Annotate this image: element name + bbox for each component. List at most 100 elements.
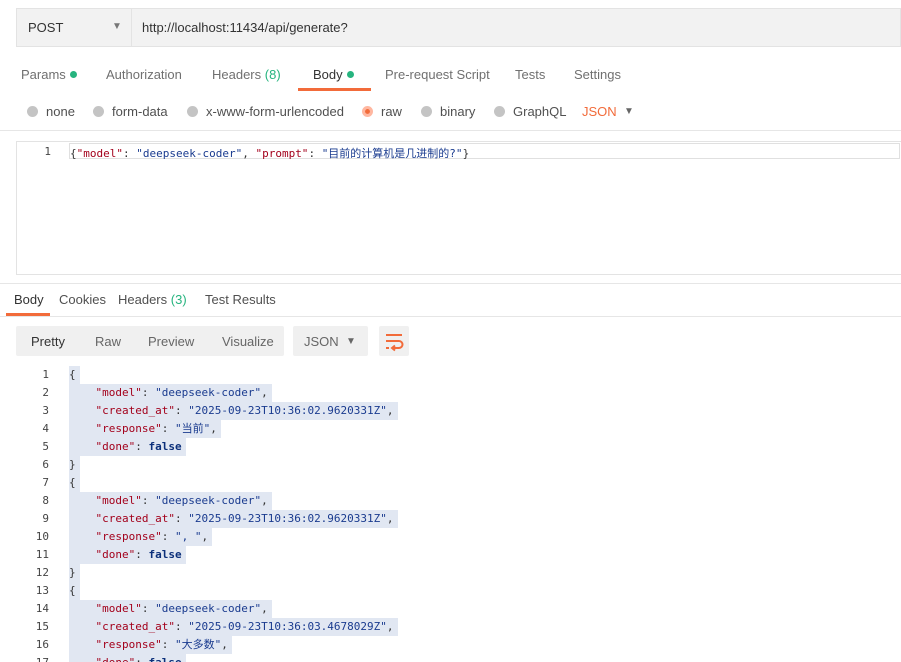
- code-text: "done": false: [69, 546, 186, 564]
- line-number: 13: [35, 584, 49, 597]
- json-key: "done": [95, 548, 136, 561]
- radio-none[interactable]: none: [27, 104, 75, 119]
- body-active-dot: [346, 71, 354, 78]
- view-raw-button[interactable]: Raw: [95, 334, 121, 349]
- tab-pre-request-script[interactable]: Pre-request Script: [385, 67, 490, 82]
- radio-urlencoded-circle: [187, 106, 198, 117]
- line-number: 10: [35, 530, 49, 543]
- tab-settings[interactable]: Settings: [574, 67, 621, 82]
- code-line: 16 "response": "大多数",: [0, 636, 901, 654]
- resp-tab-body[interactable]: Body: [14, 292, 44, 307]
- code-line: 5 "done": false: [0, 438, 901, 456]
- code-text: "response": "当前",: [69, 420, 221, 438]
- json-value: "大多数": [174, 638, 222, 651]
- code-line: 17 "done": false: [0, 654, 901, 662]
- code-text: {: [69, 474, 80, 492]
- tab-params-label: Params: [21, 67, 66, 82]
- json-key: "done": [96, 656, 136, 662]
- wrap-lines-button[interactable]: [379, 326, 409, 356]
- code-text: "model": "deepseek-coder",: [69, 384, 272, 402]
- radio-form-data[interactable]: form-data: [93, 104, 168, 119]
- json-boolean: false: [148, 440, 182, 453]
- tab-params[interactable]: Params: [21, 67, 77, 82]
- code-text: "model": "deepseek-coder",: [69, 600, 272, 618]
- json-value: "2025-09-23T10:36:02.9620331Z": [188, 512, 387, 525]
- json-key: "created_at": [95, 404, 175, 417]
- brace: {: [69, 476, 76, 489]
- colon: :: [122, 147, 137, 160]
- radio-binary[interactable]: binary: [421, 104, 475, 119]
- tab-body[interactable]: Body: [313, 67, 354, 82]
- params-active-dot: [69, 71, 77, 78]
- json-value: "目前的计算机是几进制的?": [321, 147, 463, 160]
- resp-tab-test-results[interactable]: Test Results: [205, 292, 276, 307]
- tab-headers[interactable]: Headers (8): [212, 67, 281, 82]
- line-number: 6: [42, 458, 49, 471]
- body-format-select[interactable]: JSON: [582, 104, 617, 119]
- json-key: "created_at": [95, 620, 175, 633]
- radio-raw-circle: [362, 106, 373, 117]
- wrap-lines-icon: [386, 334, 404, 352]
- line-number: 3: [42, 404, 49, 417]
- brace: }: [462, 147, 470, 160]
- chevron-down-icon: ▼: [346, 336, 356, 347]
- url-text: http://localhost:11434/api/generate?: [142, 20, 348, 35]
- code-line: 3 "created_at": "2025-09-23T10:36:02.962…: [0, 402, 901, 420]
- code-text: "response": "大多数",: [69, 636, 232, 654]
- code-line: 1{: [0, 366, 901, 384]
- radio-raw[interactable]: raw: [362, 104, 402, 119]
- tab-authorization[interactable]: Authorization: [106, 67, 182, 82]
- json-key: "model": [95, 386, 142, 399]
- code-text: }: [69, 564, 80, 582]
- radio-graphql[interactable]: GraphQL: [494, 104, 566, 119]
- comma: ,: [261, 494, 268, 507]
- line-number: 1: [42, 368, 49, 381]
- line-number: 5: [42, 440, 49, 453]
- view-preview-button[interactable]: Preview: [148, 334, 194, 349]
- comma: ,: [221, 638, 228, 651]
- code-line: 14 "model": "deepseek-coder",: [0, 600, 901, 618]
- chevron-down-icon[interactable]: ▼: [624, 106, 634, 117]
- json-value: "deepseek-coder": [155, 602, 262, 615]
- brace: {: [70, 147, 77, 160]
- code-text: {: [69, 582, 80, 600]
- comma: ,: [210, 422, 217, 435]
- code-line: 15 "created_at": "2025-09-23T10:36:03.46…: [0, 618, 901, 636]
- comma: ,: [386, 620, 394, 633]
- tab-tests[interactable]: Tests: [515, 67, 545, 82]
- code-line: 7{: [0, 474, 901, 492]
- tab-body-label: Body: [313, 67, 343, 82]
- code-line: 2 "model": "deepseek-coder",: [0, 384, 901, 402]
- resp-tab-headers[interactable]: Headers (3): [118, 292, 187, 307]
- line-number: 2: [42, 386, 49, 399]
- code-line: 11 "done": false: [0, 546, 901, 564]
- radio-urlencoded-label: x-www-form-urlencoded: [206, 104, 344, 119]
- code-text: "created_at": "2025-09-23T10:36:02.96203…: [69, 402, 398, 420]
- line-number: 7: [42, 476, 49, 489]
- radio-none-label: none: [46, 104, 75, 119]
- response-body[interactable]: 1{2 "model": "deepseek-coder", 3 "created…: [0, 366, 901, 662]
- radio-form-data-label: form-data: [112, 104, 168, 119]
- divider: [0, 316, 901, 317]
- line-number: 9: [42, 512, 49, 525]
- headers-count: (8): [264, 67, 281, 82]
- line-number: 12: [35, 566, 49, 579]
- brace: {: [69, 584, 76, 597]
- resp-headers-label: Headers: [118, 292, 168, 307]
- comma: ,: [386, 404, 394, 417]
- request-body-editor[interactable]: 1 {"model": "deepseek-coder", "prompt": …: [16, 141, 901, 275]
- code-line: 9 "created_at": "2025-09-23T10:36:02.962…: [0, 510, 901, 528]
- code-text: "created_at": "2025-09-23T10:36:02.96203…: [69, 510, 398, 528]
- response-format-label: JSON: [304, 334, 339, 349]
- view-pretty-button[interactable]: Pretty: [31, 334, 65, 349]
- json-key: "model": [95, 602, 142, 615]
- json-key: "response": [95, 530, 162, 543]
- radio-urlencoded[interactable]: x-www-form-urlencoded: [187, 104, 344, 119]
- resp-tab-cookies[interactable]: Cookies: [59, 292, 106, 307]
- method-select[interactable]: POST ▼: [16, 8, 131, 47]
- comma: ,: [261, 386, 268, 399]
- url-input[interactable]: http://localhost:11434/api/generate?: [131, 8, 901, 47]
- view-visualize-button[interactable]: Visualize: [222, 334, 274, 349]
- json-value: "当前": [174, 422, 211, 435]
- code-text: "done": false: [69, 438, 186, 456]
